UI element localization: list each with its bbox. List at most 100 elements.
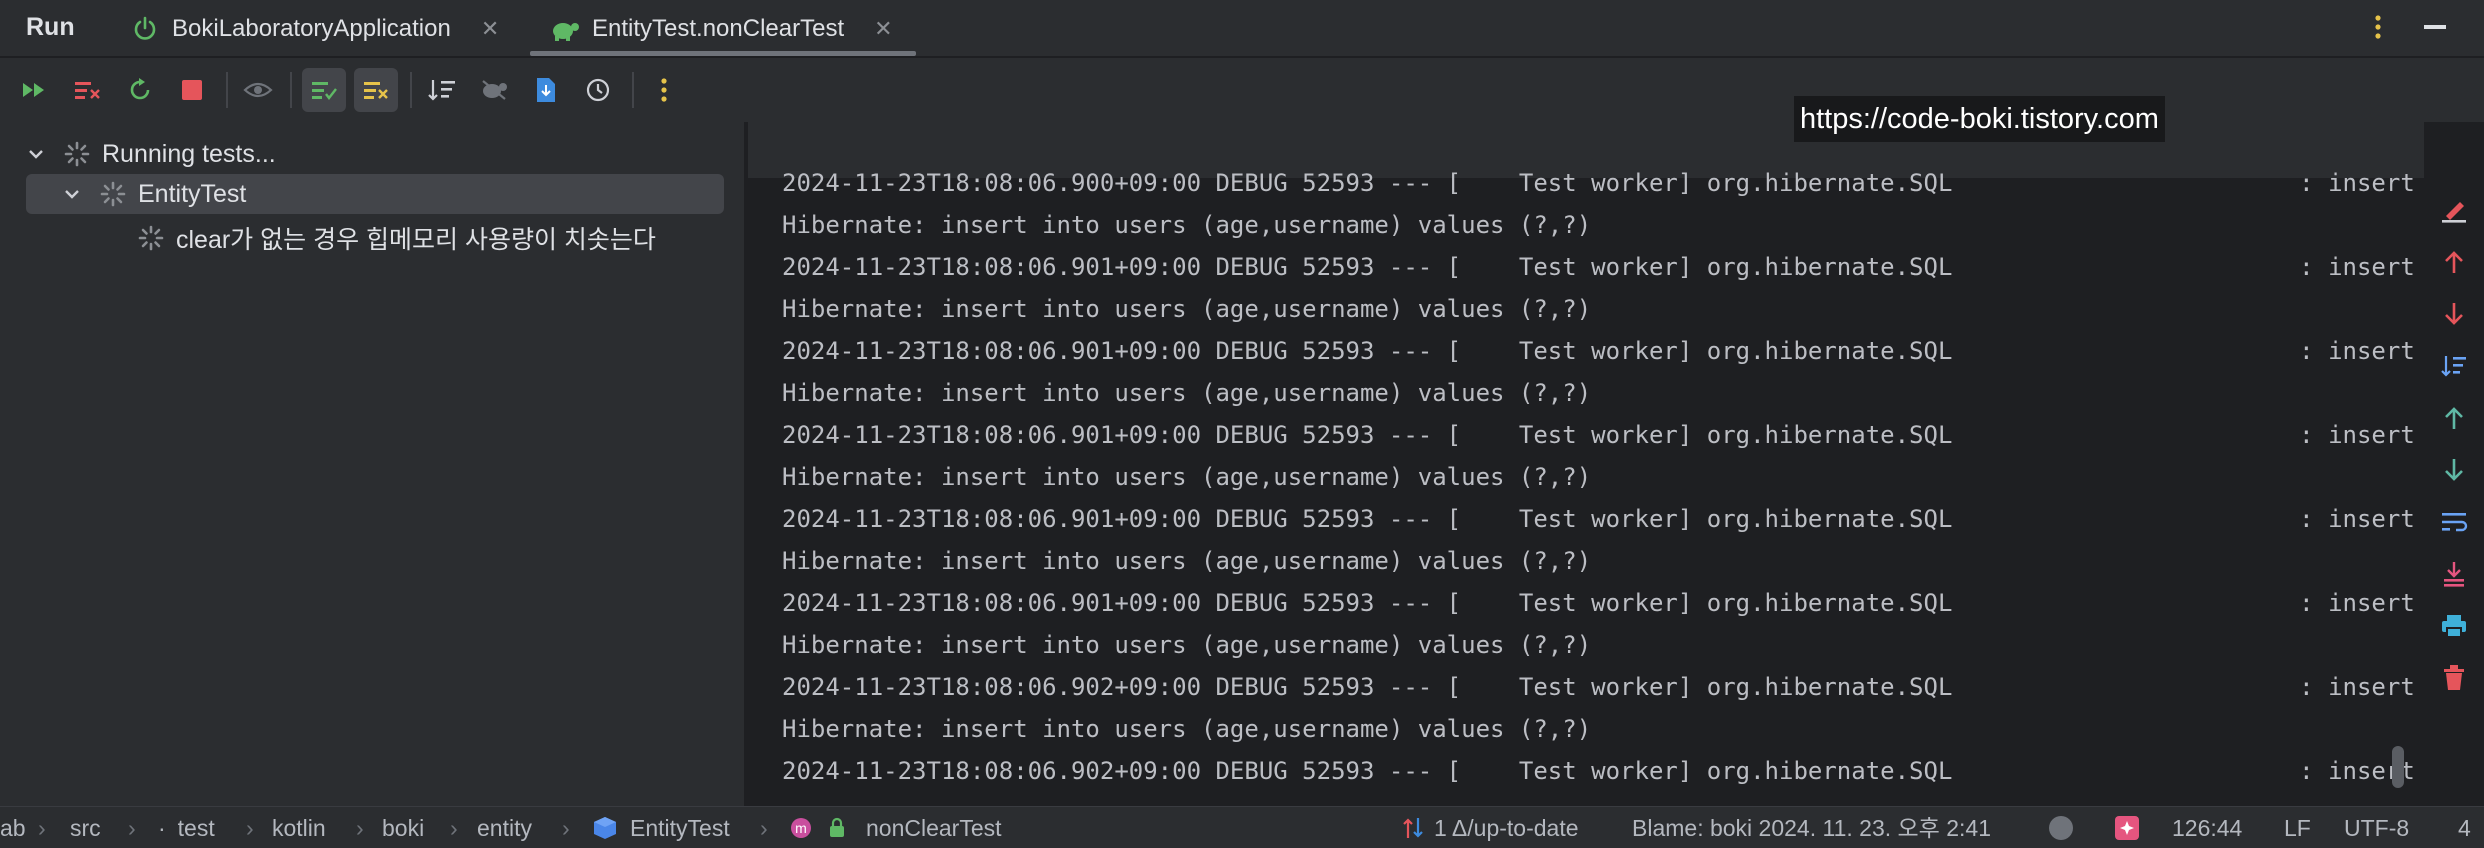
chevron-down-icon[interactable] [62, 184, 82, 204]
breadcrumb-separator: › [38, 815, 46, 841]
navigate-up-icon[interactable] [2434, 398, 2474, 438]
rerun-icon[interactable] [118, 68, 162, 112]
scroll-to-end-icon[interactable] [2434, 554, 2474, 594]
minimize-icon[interactable] [2424, 25, 2446, 29]
tree-item-test-method[interactable]: clear가 없는 경우 힙메모리 사용량이 치솟는다 [138, 218, 738, 258]
stop-icon[interactable] [170, 68, 214, 112]
log-line: 2024-11-23T18:08:06.902+09:00 DEBUG 5259… [782, 673, 2415, 701]
breadcrumb-entity-test[interactable]: EntityTest [592, 807, 730, 848]
toolbar-separator [632, 72, 634, 108]
turtle-icon [550, 14, 580, 44]
tab-label: BokiLaboratoryApplication [172, 14, 451, 42]
arrow-up-icon[interactable] [2434, 242, 2474, 282]
file-encoding[interactable]: UTF-8 [2344, 807, 2409, 848]
toolbar-separator [290, 72, 292, 108]
tree-test-label: clear가 없는 경우 힙메모리 사용량이 치솟는다 [176, 226, 656, 254]
breadcrumb-project[interactable]: ab [0, 807, 26, 848]
log-line: 2024-11-23T18:08:06.901+09:00 DEBUG 5259… [782, 589, 2415, 617]
log-line: 2024-11-23T18:08:06.901+09:00 DEBUG 5259… [782, 505, 2415, 533]
tree-class-label: EntityTest [138, 179, 247, 208]
log-line: Hibernate: insert into users (age,userna… [782, 463, 1592, 491]
breadcrumb-src[interactable]: src [70, 807, 101, 848]
vcs-arrows-icon [1403, 818, 1423, 838]
tree-item-entity-test[interactable]: EntityTest [26, 174, 724, 214]
tree-root-running-tests[interactable]: Running tests... [26, 134, 726, 174]
status-bar: ab › src › · test › kotlin › boki › entit… [0, 806, 2484, 848]
ai-assistant-icon[interactable] [2114, 807, 2140, 848]
class-cube-icon [594, 817, 616, 839]
more-icon[interactable] [642, 68, 686, 112]
print-icon[interactable] [2434, 606, 2474, 646]
console-output[interactable]: 2024-11-23T18:08:06.900+09:00 DEBUG 5259… [748, 122, 2424, 806]
arrow-down-icon[interactable] [2434, 294, 2474, 334]
import-tests-icon[interactable] [472, 68, 516, 112]
breadcrumb-method[interactable]: m nonClearTest [790, 807, 1002, 848]
tab-entity-test-nonclear[interactable]: EntityTest.nonClearTest ✕ [550, 0, 893, 57]
folder-dot-icon: · [158, 815, 166, 841]
vcs-status[interactable]: 1 Δ/up-to-date [1402, 807, 1579, 848]
clear-console-icon[interactable] [2434, 190, 2474, 230]
breadcrumb-separator: › [760, 815, 768, 841]
sort-icon[interactable] [420, 68, 464, 112]
navigate-down-icon[interactable] [2434, 450, 2474, 490]
method-icon: m [791, 818, 811, 838]
breadcrumb-separator: › [356, 815, 364, 841]
breadcrumb-boki[interactable]: boki [382, 807, 424, 848]
toolbar-separator [410, 72, 412, 108]
close-icon[interactable]: ✕ [481, 16, 499, 42]
blame-info[interactable]: Blame: boki 2024. 11. 23. 오후 2:41 [1632, 807, 1991, 848]
log-line: 2024-11-23T18:08:06.901+09:00 DEBUG 5259… [782, 337, 2415, 365]
sort-down-icon[interactable] [2434, 346, 2474, 386]
indent-info[interactable]: 4 [2458, 807, 2471, 848]
lock-icon [830, 817, 844, 837]
log-line: Hibernate: insert into users (age,userna… [782, 295, 1592, 323]
svg-text:m: m [795, 820, 807, 836]
soft-wrap-icon[interactable] [2434, 502, 2474, 542]
show-passed-icon[interactable] [302, 68, 346, 112]
log-line: Hibernate: insert into users (age,userna… [782, 379, 1592, 407]
breadcrumb-kotlin[interactable]: kotlin [272, 807, 326, 848]
more-options-icon[interactable] [2372, 12, 2384, 42]
run-tool-title: Run [26, 13, 75, 41]
toolbar-separator [226, 72, 228, 108]
console-side-toolbar [2424, 180, 2484, 806]
console-scrollbar[interactable] [2392, 746, 2404, 788]
export-icon[interactable] [524, 68, 568, 112]
log-line: Hibernate: insert into users (age,userna… [782, 547, 1592, 575]
history-icon[interactable] [576, 68, 620, 112]
stop-rerun-icon[interactable] [66, 68, 110, 112]
breadcrumb-separator: › [562, 815, 570, 841]
log-line: 2024-11-23T18:08:06.902+09:00 DEBUG 5259… [782, 757, 2415, 785]
cursor-position[interactable]: 126:44 [2172, 807, 2242, 848]
spinner-icon [100, 181, 126, 207]
watermark: https://code-boki.tistory.com [1794, 96, 2165, 142]
breadcrumb-separator: › [246, 815, 254, 841]
rerun-failed-icon[interactable] [14, 68, 58, 112]
log-line: Hibernate: insert into users (age,userna… [782, 631, 1592, 659]
status-circle-icon[interactable] [2048, 807, 2074, 848]
log-line: Hibernate: insert into users (age,userna… [782, 715, 1592, 743]
eye-icon[interactable] [236, 68, 280, 112]
tab-label: EntityTest.nonClearTest [592, 14, 845, 42]
breadcrumb-separator: › [128, 815, 136, 841]
log-line: Hibernate: insert into users (age,userna… [782, 211, 1592, 239]
run-tab-bar: Run BokiLaboratoryApplication ✕ EntityTe… [0, 0, 2484, 57]
spinner-icon [64, 141, 90, 167]
tree-root-label: Running tests... [102, 139, 276, 168]
log-line: 2024-11-23T18:08:06.901+09:00 DEBUG 5259… [782, 421, 2415, 449]
line-separator[interactable]: LF [2284, 807, 2311, 848]
log-line: 2024-11-23T18:08:06.900+09:00 DEBUG 5259… [782, 169, 2415, 197]
chevron-down-icon[interactable] [26, 144, 46, 164]
breadcrumb-test[interactable]: · test [158, 807, 215, 848]
active-tab-indicator [530, 51, 916, 56]
test-tree-panel: Running tests... EntityTest clear가 없는 경우… [0, 122, 746, 806]
spinner-icon [138, 225, 164, 251]
breadcrumb-separator: › [450, 815, 458, 841]
power-icon [130, 14, 160, 44]
close-icon[interactable]: ✕ [874, 16, 892, 42]
log-line: 2024-11-23T18:08:06.901+09:00 DEBUG 5259… [782, 253, 2415, 281]
show-ignored-icon[interactable] [354, 68, 398, 112]
tab-boki-laboratory-application[interactable]: BokiLaboratoryApplication ✕ [130, 0, 499, 57]
breadcrumb-entity[interactable]: entity [477, 807, 532, 848]
trash-icon[interactable] [2434, 658, 2474, 698]
